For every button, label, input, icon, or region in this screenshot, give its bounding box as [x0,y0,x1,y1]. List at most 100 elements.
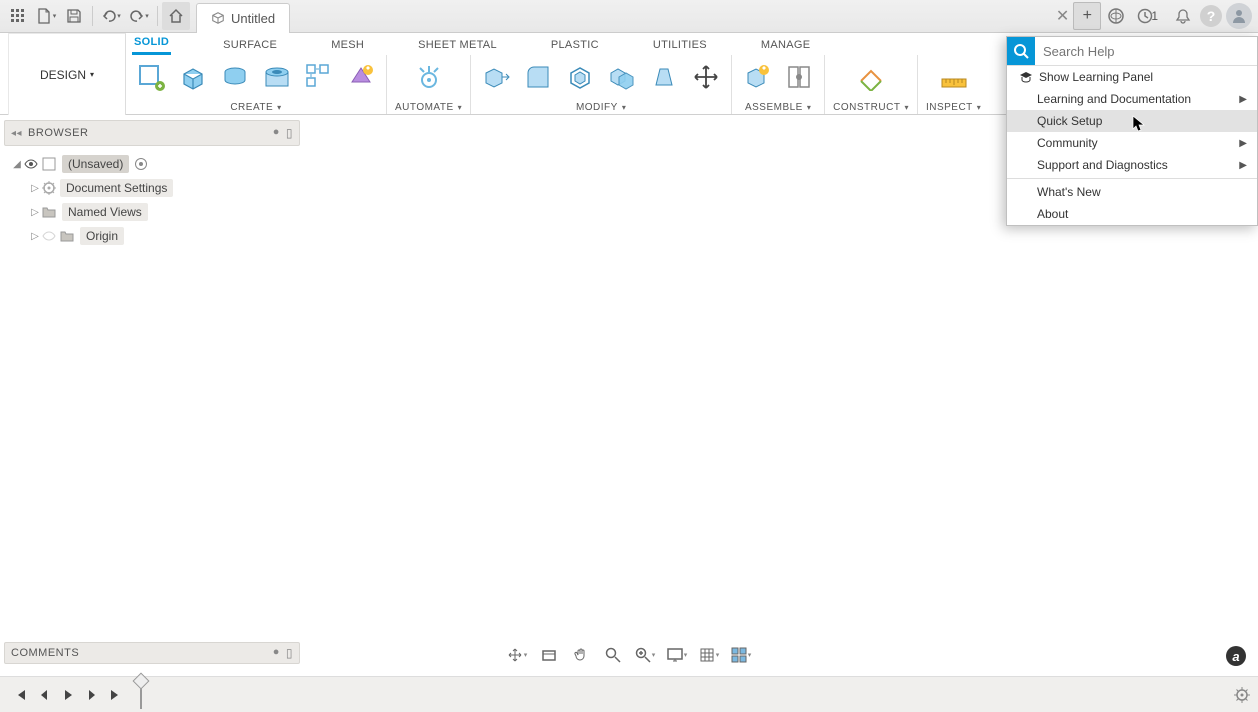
close-tab-icon[interactable]: ✕ [1054,6,1071,26]
job-status-icon[interactable]: 1 [1133,2,1166,30]
tab-manage[interactable]: MANAGE [759,35,812,55]
help-item-quick-setup[interactable]: Quick Setup [1007,110,1257,132]
visibility-icon[interactable] [24,159,42,169]
timeline-settings-icon[interactable] [1234,687,1250,703]
new-component-icon[interactable] [740,60,774,94]
tab-plastic[interactable]: PLASTIC [549,35,601,55]
collapse-browser-icon[interactable]: ◂◂ [11,128,22,139]
user-avatar[interactable] [1224,2,1254,30]
look-at-icon[interactable] [535,644,563,666]
press-pull-icon[interactable] [479,60,513,94]
visibility-off-icon[interactable] [42,231,60,241]
zoom-icon[interactable] [599,644,627,666]
redo-icon[interactable]: ▾ [125,2,153,30]
timeline-play-icon[interactable] [56,683,80,707]
tab-mesh[interactable]: MESH [329,35,366,55]
joint-icon[interactable] [782,60,816,94]
tree-root-label: (Unsaved) [62,155,129,173]
tab-solid[interactable]: SOLID [132,32,171,55]
help-icon[interactable]: ? [1200,5,1222,27]
timeline-marker[interactable] [140,681,142,709]
automate-icon[interactable] [412,60,446,94]
browser-pin-icon[interactable]: ▯ [286,126,293,140]
workspace-switcher[interactable]: DESIGN ▾ [8,33,126,115]
notifications-icon[interactable] [1168,2,1198,30]
sketch-icon[interactable] [134,60,168,94]
submenu-arrow-icon: ▶ [1239,160,1247,171]
browser-header[interactable]: ◂◂ BROWSER ● ▯ [4,120,300,146]
new-tab-button[interactable]: + [1073,2,1101,30]
tree-item-label: Document Settings [60,179,173,197]
group-label-automate[interactable]: AUTOMATE [395,102,462,113]
extensions-icon[interactable] [1101,2,1131,30]
twisty-icon[interactable]: ◢ [10,159,24,170]
help-search-input[interactable] [1035,38,1257,65]
tree-item-named-views[interactable]: ▷ Named Views [4,200,300,224]
timeline-end-icon[interactable] [104,683,128,707]
data-panel-icon[interactable] [4,2,32,30]
comments-header[interactable]: COMMENTS ● ▯ [4,642,300,664]
submenu-arrow-icon: ▶ [1239,94,1247,105]
help-item-learning-panel[interactable]: Show Learning Panel [1007,66,1257,88]
extrude-icon[interactable] [176,60,210,94]
help-item-learning-docs[interactable]: Learning and Documentation ▶ [1007,88,1257,110]
twisty-icon[interactable]: ▷ [28,183,42,194]
fusion-logo-icon[interactable]: a [1226,646,1246,666]
browser-panel: ◂◂ BROWSER ● ▯ ◢ (Unsaved) ▷ Document Se… [4,120,300,248]
grid-settings-icon[interactable]: ▾ [695,644,723,666]
help-item-support[interactable]: Support and Diagnostics ▶ [1007,154,1257,176]
timeline-next-icon[interactable] [80,683,104,707]
twisty-icon[interactable]: ▷ [28,231,42,242]
top-right-tools: 1 ? [1101,2,1254,30]
tree-item-doc-settings[interactable]: ▷ Document Settings [4,176,300,200]
timeline-start-icon[interactable] [8,683,32,707]
undo-icon[interactable]: ▾ [97,2,125,30]
file-menu-icon[interactable]: ▾ [32,2,60,30]
timeline-prev-icon[interactable] [32,683,56,707]
display-settings-icon[interactable]: ▾ [663,644,691,666]
comments-pin-icon[interactable]: ▯ [286,646,293,660]
group-inspect: INSPECT [918,55,989,114]
group-label-modify[interactable]: MODIFY [576,102,626,113]
orbit-icon[interactable]: ▾ [503,644,531,666]
active-component-radio[interactable] [135,158,147,170]
fillet-icon[interactable] [521,60,555,94]
draft-icon[interactable] [647,60,681,94]
save-icon[interactable] [60,2,88,30]
revolve-icon[interactable] [218,60,252,94]
move-icon[interactable] [689,60,723,94]
measure-icon[interactable] [937,60,971,94]
help-item-whats-new[interactable]: What's New [1007,181,1257,203]
help-item-about[interactable]: About [1007,203,1257,225]
form-icon[interactable] [344,60,378,94]
help-item-label: Support and Diagnostics [1037,158,1168,172]
group-label-construct[interactable]: CONSTRUCT [833,102,909,113]
browser-settings-icon[interactable]: ● [273,126,280,140]
document-tab[interactable]: Untitled [196,3,290,33]
combine-icon[interactable] [605,60,639,94]
tree-root[interactable]: ◢ (Unsaved) [4,152,300,176]
shell-icon[interactable] [563,60,597,94]
graduation-icon [1019,71,1035,83]
tab-sheet-metal[interactable]: SHEET METAL [416,35,499,55]
pattern-icon[interactable] [302,60,336,94]
home-icon[interactable] [162,2,190,30]
twisty-icon[interactable]: ▷ [28,207,42,218]
viewport-layout-icon[interactable]: ▾ [727,644,755,666]
help-item-community[interactable]: Community ▶ [1007,132,1257,154]
zoom-window-icon[interactable]: ▾ [631,644,659,666]
tab-utilities[interactable]: UTILITIES [651,35,709,55]
pan-icon[interactable] [567,644,595,666]
group-automate: AUTOMATE [387,55,471,114]
construct-plane-icon[interactable] [854,60,888,94]
comments-expand-icon[interactable]: ● [273,646,280,660]
tab-surface[interactable]: SURFACE [221,35,279,55]
group-label-inspect[interactable]: INSPECT [926,102,981,113]
group-assemble: ASSEMBLE [732,55,825,114]
help-menu: Show Learning Panel Learning and Documen… [1006,36,1258,226]
search-icon[interactable] [1007,37,1035,65]
hole-icon[interactable] [260,60,294,94]
group-label-create[interactable]: CREATE [230,102,281,113]
tree-item-origin[interactable]: ▷ Origin [4,224,300,248]
group-label-assemble[interactable]: ASSEMBLE [745,102,811,113]
